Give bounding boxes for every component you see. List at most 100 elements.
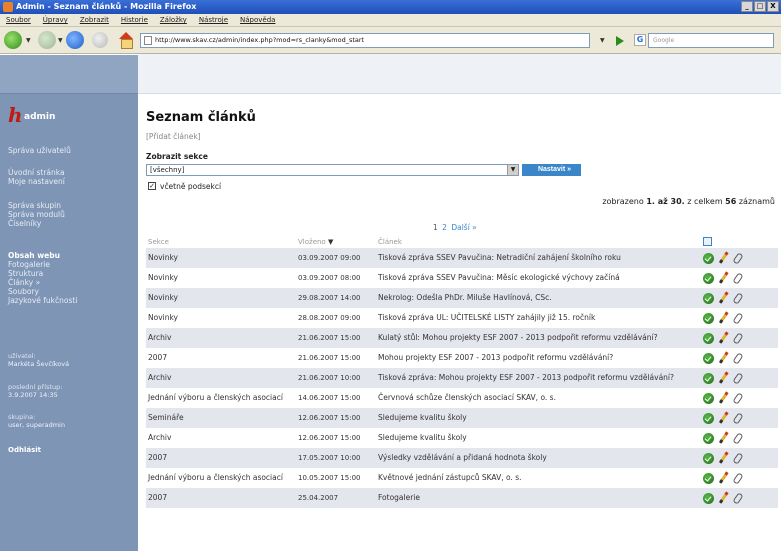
publish-check-icon[interactable] bbox=[703, 412, 714, 424]
attachment-clip-icon[interactable] bbox=[732, 451, 744, 465]
sidebar-item-files[interactable]: Soubory bbox=[8, 287, 77, 296]
edit-pencil-icon[interactable] bbox=[718, 393, 729, 404]
search-engine-icon[interactable]: G bbox=[634, 34, 646, 46]
attachment-clip-icon[interactable] bbox=[732, 471, 744, 485]
row-article-link[interactable]: Sledujeme kvalitu školy bbox=[376, 408, 701, 428]
attachment-clip-icon[interactable] bbox=[732, 251, 744, 265]
row-article-link[interactable]: Fotogalerie bbox=[376, 488, 701, 508]
back-history-caret-icon[interactable]: ▼ bbox=[26, 37, 31, 44]
sidebar-item-structure[interactable]: Struktura bbox=[8, 269, 77, 278]
row-date: 03.09.2007 08:00 bbox=[296, 268, 376, 288]
edit-pencil-icon[interactable] bbox=[718, 493, 729, 504]
menu-bookmarks[interactable]: Záložky bbox=[160, 16, 187, 24]
attachment-clip-icon[interactable] bbox=[732, 371, 744, 385]
publish-check-icon[interactable] bbox=[703, 452, 714, 464]
edit-pencil-icon[interactable] bbox=[718, 433, 729, 444]
publish-check-icon[interactable] bbox=[703, 272, 714, 284]
attachment-clip-icon[interactable] bbox=[732, 391, 744, 405]
publish-check-icon[interactable] bbox=[703, 492, 714, 504]
apply-filter-button[interactable]: Nastavit » bbox=[522, 164, 581, 176]
menu-view[interactable]: Zobrazit bbox=[80, 16, 109, 24]
go-icon[interactable] bbox=[614, 35, 626, 46]
row-article-link[interactable]: Sledujeme kvalitu školy bbox=[376, 428, 701, 448]
url-input[interactable]: http://www.skav.cz/admin/index.php?mod=r… bbox=[140, 33, 590, 48]
sidebar-item-modules[interactable]: Správa modulů bbox=[8, 210, 65, 219]
row-article-link[interactable]: Květnové jednání zástupců SKAV, o. s. bbox=[376, 468, 701, 488]
sidebar-item-groups[interactable]: Správa skupin bbox=[8, 201, 65, 210]
stop-icon[interactable] bbox=[92, 32, 108, 48]
forward-arrow-icon[interactable] bbox=[38, 31, 56, 49]
publish-check-icon[interactable] bbox=[703, 472, 714, 484]
menu-help[interactable]: Nápověda bbox=[240, 16, 275, 24]
sidebar-item-languages[interactable]: Jazykové fukčnosti bbox=[8, 296, 77, 305]
menu-history[interactable]: Historie bbox=[121, 16, 148, 24]
edit-pencil-icon[interactable] bbox=[718, 413, 729, 424]
attachment-clip-icon[interactable] bbox=[732, 411, 744, 425]
menu-edit[interactable]: Úpravy bbox=[43, 16, 68, 24]
edit-pencil-icon[interactable] bbox=[718, 253, 729, 264]
attachment-clip-icon[interactable] bbox=[732, 311, 744, 325]
row-article-link[interactable]: Mohou projekty ESF 2007 - 2013 podpořit … bbox=[376, 348, 701, 368]
row-article-link[interactable]: Červnová schůze členských asociací SKAV,… bbox=[376, 388, 701, 408]
section-select[interactable]: [všechny] ▼ bbox=[146, 164, 519, 176]
sidebar-item-users[interactable]: Správa uživatelů bbox=[8, 146, 71, 155]
attachment-clip-icon[interactable] bbox=[732, 431, 744, 445]
logout-link[interactable]: Odhlásit bbox=[8, 446, 41, 454]
publish-check-icon[interactable] bbox=[703, 332, 714, 344]
menu-tools[interactable]: Nástroje bbox=[199, 16, 228, 24]
row-article-link[interactable]: Kulatý stůl: Mohou projekty ESF 2007 - 2… bbox=[376, 328, 701, 348]
row-article-link[interactable]: Výsledky vzdělávání a přidaná hodnota šk… bbox=[376, 448, 701, 468]
column-header-section[interactable]: Sekce bbox=[146, 236, 296, 248]
publish-check-icon[interactable] bbox=[703, 252, 714, 264]
next-page-link[interactable]: Další » bbox=[451, 223, 476, 232]
sidebar-item-gallery[interactable]: Fotogalerie bbox=[8, 260, 77, 269]
publish-check-icon[interactable] bbox=[703, 312, 714, 324]
page-2-link[interactable]: 2 bbox=[442, 223, 447, 232]
edit-pencil-icon[interactable] bbox=[718, 313, 729, 324]
sidebar-item-codebooks[interactable]: Číselníky bbox=[8, 219, 65, 228]
edit-pencil-icon[interactable] bbox=[718, 373, 729, 384]
sidebar-item-my-settings[interactable]: Moje nastavení bbox=[8, 177, 65, 186]
edit-pencil-icon[interactable] bbox=[718, 473, 729, 484]
minimize-button[interactable]: _ bbox=[741, 1, 753, 12]
sidebar-item-web-content[interactable]: Obsah webu bbox=[8, 251, 77, 260]
attachment-clip-icon[interactable] bbox=[732, 271, 744, 285]
home-icon[interactable] bbox=[118, 32, 134, 49]
row-article-link[interactable]: Nekrolog: Odešla PhDr. Miluše Havlínová,… bbox=[376, 288, 701, 308]
attachment-clip-icon[interactable] bbox=[732, 491, 744, 505]
row-article-link[interactable]: Tisková zpráva UL: UČITELSKÉ LISTY zaháj… bbox=[376, 308, 701, 328]
edit-pencil-icon[interactable] bbox=[718, 453, 729, 464]
add-article-link[interactable]: [Přidat článek] bbox=[146, 132, 201, 141]
column-header-article[interactable]: Článek bbox=[376, 236, 701, 248]
edit-pencil-icon[interactable] bbox=[718, 293, 729, 304]
row-article-link[interactable]: Tisková zpráva: Mohou projekty ESF 2007 … bbox=[376, 368, 701, 388]
reload-icon[interactable] bbox=[66, 31, 84, 49]
count-total: 56 bbox=[725, 197, 737, 206]
edit-pencil-icon[interactable] bbox=[718, 273, 729, 284]
edit-pencil-icon[interactable] bbox=[718, 353, 729, 364]
search-input[interactable]: Google bbox=[648, 33, 774, 48]
close-button[interactable]: X bbox=[767, 1, 779, 12]
edit-pencil-icon[interactable] bbox=[718, 333, 729, 344]
back-arrow-icon[interactable] bbox=[4, 31, 22, 49]
attachment-clip-icon[interactable] bbox=[732, 351, 744, 365]
select-all-icon[interactable] bbox=[703, 236, 712, 246]
row-article-link[interactable]: Tisková zpráva SSEV Pavučina: Netradiční… bbox=[376, 248, 701, 268]
chevron-down-icon[interactable]: ▼ bbox=[507, 165, 518, 175]
publish-check-icon[interactable] bbox=[703, 372, 714, 384]
publish-check-icon[interactable] bbox=[703, 352, 714, 364]
publish-check-icon[interactable] bbox=[703, 432, 714, 444]
url-history-caret-icon[interactable]: ▼ bbox=[600, 37, 605, 44]
sidebar-item-articles[interactable]: Články » bbox=[8, 278, 77, 287]
row-article-link[interactable]: Tisková zpráva SSEV Pavučina: Měsíc ekol… bbox=[376, 268, 701, 288]
sidebar-item-home[interactable]: Úvodní stránka bbox=[8, 168, 65, 177]
menu-file[interactable]: Soubor bbox=[6, 16, 31, 24]
publish-check-icon[interactable] bbox=[703, 292, 714, 304]
include-subsections-checkbox[interactable]: ✓ bbox=[148, 182, 156, 190]
forward-history-caret-icon[interactable]: ▼ bbox=[58, 37, 63, 44]
maximize-button[interactable]: □ bbox=[754, 1, 766, 12]
attachment-clip-icon[interactable] bbox=[732, 331, 744, 345]
column-header-date[interactable]: Vloženo ▼ bbox=[296, 236, 376, 248]
publish-check-icon[interactable] bbox=[703, 392, 714, 404]
attachment-clip-icon[interactable] bbox=[732, 291, 744, 305]
